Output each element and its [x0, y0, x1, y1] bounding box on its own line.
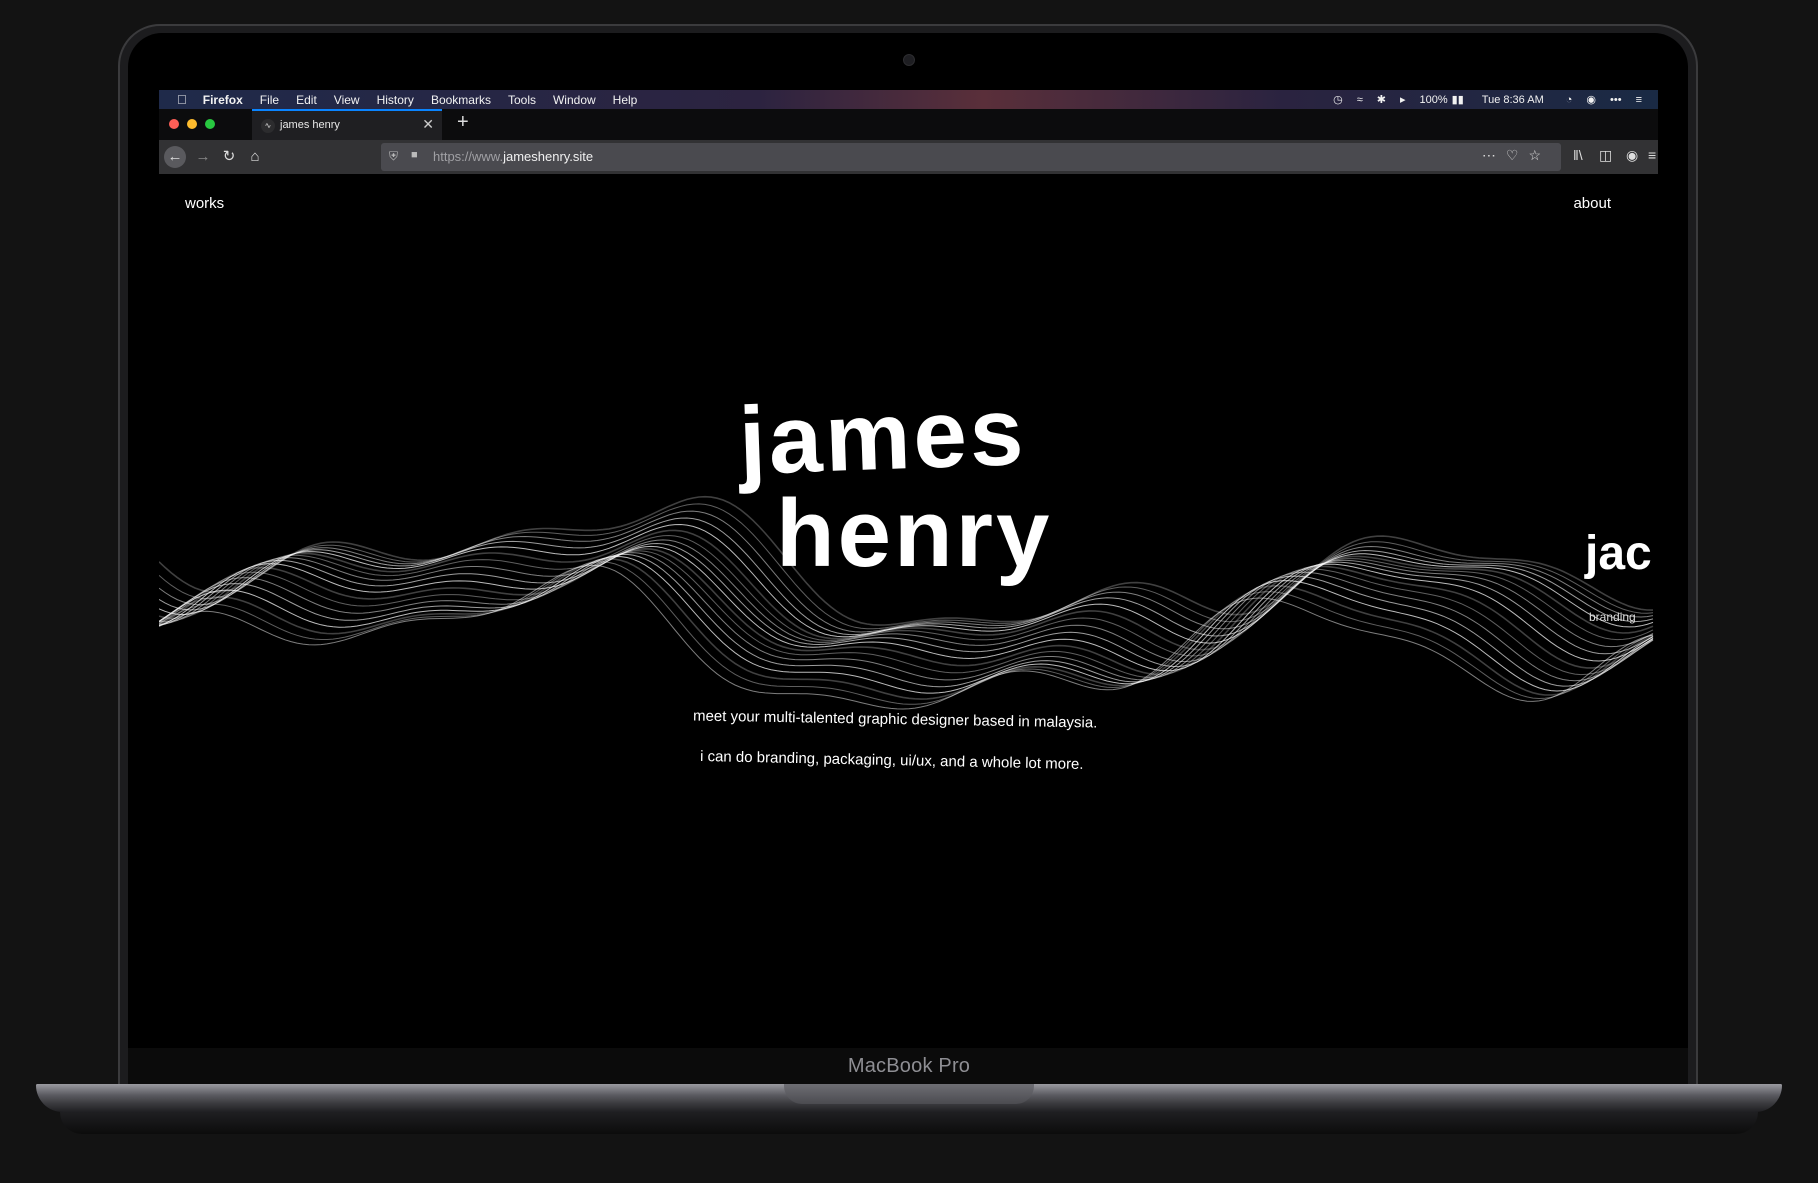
lock-icon[interactable]: ■ — [411, 149, 418, 161]
menu-window[interactable]: Window — [553, 93, 596, 107]
url-domain: jameshenry.site — [503, 149, 594, 164]
back-button[interactable]: ← — [164, 146, 186, 168]
account-icon[interactable]: ◉ — [1626, 147, 1638, 164]
device-model-label: MacBook Pro — [847, 1055, 971, 1077]
laptop-base-bottom — [60, 1112, 1758, 1134]
hero-title-line2: henry — [776, 480, 1053, 587]
siri-icon[interactable]: ◉ — [1586, 93, 1596, 106]
forward-button[interactable]: → — [192, 146, 214, 168]
menu-view[interactable]: View — [334, 93, 360, 107]
tracking-shield-icon[interactable]: ⛨ — [389, 149, 398, 164]
close-tab-icon[interactable]: ✕ — [422, 116, 434, 133]
macos-menubar:  Firefox File Edit View History Bookmar… — [159, 90, 1658, 109]
minimize-window-button[interactable] — [187, 119, 197, 129]
lid-notch — [784, 1084, 1034, 1104]
navigation-toolbar: ← → ↻ ⌂ ⛨ ■ https://www.jameshenry.site … — [159, 140, 1658, 174]
zoom-window-button[interactable] — [205, 119, 215, 129]
tab-strip: ∿ james henry ✕ + — [159, 109, 1658, 140]
menu-app-name[interactable]: Firefox — [203, 93, 243, 107]
wave-lines-graphic — [159, 495, 1654, 710]
bluetooth-icon[interactable]: ✱ — [1377, 93, 1386, 106]
tab-james-henry[interactable]: ∿ james henry ✕ — [252, 109, 442, 140]
time-machine-icon[interactable]: ◷ — [1333, 93, 1343, 106]
menu-bookmarks[interactable]: Bookmarks — [431, 93, 491, 107]
menu-tools[interactable]: Tools — [508, 93, 536, 107]
home-button[interactable]: ⌂ — [244, 146, 266, 168]
history-icon[interactable]: ◔ — [1566, 94, 1573, 106]
wifi-icon[interactable]: ≈ — [1357, 94, 1363, 106]
reload-button[interactable]: ↻ — [218, 146, 240, 168]
close-window-button[interactable] — [169, 119, 179, 129]
hero-title-line1: james — [737, 378, 1028, 495]
favicon-icon: ∿ — [261, 119, 275, 133]
tab-title: james henry — [280, 119, 340, 131]
notification-center-icon[interactable]: ≡ — [1636, 94, 1642, 106]
screen:  Firefox File Edit View History Bookmar… — [159, 90, 1658, 1047]
page-actions-icon[interactable]: ⋯ — [1482, 147, 1506, 163]
page-actions: ⋯♡☆ — [1482, 147, 1551, 164]
library-icon[interactable]: ‖\ — [1573, 147, 1583, 163]
url-prefix: https://www. — [433, 149, 504, 164]
menu-help[interactable]: Help — [613, 93, 638, 107]
battery-icon[interactable]: ▮▮ — [1452, 93, 1464, 106]
bookmark-star-icon[interactable]: ☆ — [1528, 147, 1551, 163]
menu-edit[interactable]: Edit — [296, 93, 317, 107]
menu-file[interactable]: File — [260, 93, 279, 107]
pocket-icon[interactable]: ♡ — [1506, 147, 1529, 163]
nav-about-link[interactable]: about — [1573, 195, 1611, 212]
menu-history[interactable]: History — [377, 93, 414, 107]
nav-works-link[interactable]: works — [185, 195, 224, 212]
new-tab-button[interactable]: + — [457, 111, 469, 134]
website-viewport: works about james henry meet your multi-… — [159, 174, 1658, 1047]
carousel-next-subtitle: branding — [1589, 610, 1636, 624]
more-icon[interactable]: ••• — [1610, 94, 1622, 106]
carousel-next-title[interactable]: jac — [1585, 526, 1652, 581]
volume-icon[interactable]: ▸ — [1400, 93, 1406, 106]
url-bar[interactable]: ⛨ ■ https://www.jameshenry.site ⋯♡☆ — [381, 143, 1561, 171]
sidebar-icon[interactable]: ◫ — [1599, 147, 1612, 164]
camera-icon — [903, 54, 915, 66]
clock[interactable]: Tue 8:36 AM — [1482, 94, 1544, 106]
menubar-status-area: ◷ ≈ ✱ ▸ 100% ▮▮ Tue 8:36 AM ◔ ◉ ••• ≡ — [1319, 93, 1658, 107]
apple-icon[interactable]:  — [177, 92, 187, 107]
menu-hamburger-icon[interactable]: ≡ — [1648, 147, 1656, 163]
battery-percent[interactable]: 100% — [1420, 94, 1448, 106]
url-text[interactable]: https://www.jameshenry.site — [433, 149, 593, 164]
